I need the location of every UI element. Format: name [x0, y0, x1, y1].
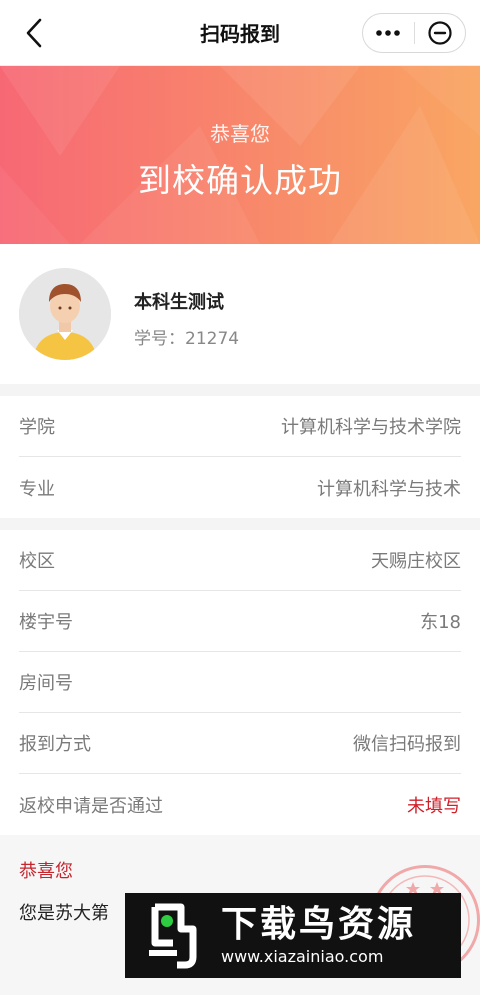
row-value: 天赐庄校区 [371, 551, 461, 572]
info-row: 校区 天赐庄校区 [19, 530, 461, 591]
watermark-url: www.xiazainiao.com [221, 946, 384, 966]
row-label: 报到方式 [19, 734, 91, 755]
chevron-left-icon [26, 18, 42, 48]
mini-program-capsule [362, 13, 466, 53]
more-dots-icon [376, 30, 401, 36]
more-button[interactable] [363, 14, 414, 52]
row-label: 返校申请是否通过 [19, 795, 163, 817]
watermark-banner: 下载鸟资源 www.xiazainiao.com [125, 893, 461, 978]
banner-title: 到校确认成功 [138, 161, 342, 200]
info-row: 楼宇号 东18 [19, 591, 461, 652]
row-value: 微信扫码报到 [353, 734, 461, 755]
watermark-logo [137, 899, 211, 973]
bird-logo-icon [149, 903, 197, 968]
avatar [19, 268, 111, 360]
nav-bar: 扫码报到 [0, 0, 480, 66]
status-value: 未填写 [407, 795, 461, 817]
profile-card: 本科生测试 学号：21274 [0, 244, 480, 384]
message-text: 您是苏大第 [19, 903, 109, 924]
back-button[interactable] [22, 16, 52, 50]
message-title: 恭喜您 [19, 861, 73, 882]
info-row: 返校申请是否通过 未填写 [19, 774, 461, 835]
row-value: 计算机科学与技术学院 [281, 417, 461, 438]
row-label: 学院 [19, 417, 55, 438]
watermark-text: 下载鸟资源 www.xiazainiao.com [221, 904, 416, 968]
user-avatar-icon [19, 268, 111, 360]
info-row: 房间号 [19, 652, 461, 713]
row-value: 东18 [420, 612, 461, 633]
row-label: 专业 [19, 478, 55, 500]
student-id: 学号：21274 [134, 329, 240, 349]
student-name: 本科生测试 [134, 292, 224, 313]
row-value: 计算机科学与技术 [317, 478, 461, 500]
info-row: 报到方式 微信扫码报到 [19, 713, 461, 774]
info-row: 学院 计算机科学与技术学院 [19, 396, 461, 457]
banner-subtitle: 恭喜您 [210, 122, 270, 146]
row-label: 楼宇号 [19, 612, 73, 633]
success-banner: 恭喜您 到校确认成功 [0, 66, 480, 244]
row-label: 校区 [19, 551, 55, 572]
row-label: 房间号 [19, 673, 73, 694]
close-button[interactable] [415, 14, 466, 52]
page-title: 扫码报到 [200, 22, 280, 46]
minus-circle-icon [428, 21, 452, 45]
dorm-info-section: 校区 天赐庄校区 楼宇号 东18 房间号 报到方式 微信扫码报到 返校申请是否通… [0, 530, 480, 835]
watermark-title: 下载鸟资源 [221, 903, 417, 945]
academic-info-section: 学院 计算机科学与技术学院 专业 计算机科学与技术 [0, 396, 480, 518]
info-row: 专业 计算机科学与技术 [19, 457, 461, 518]
